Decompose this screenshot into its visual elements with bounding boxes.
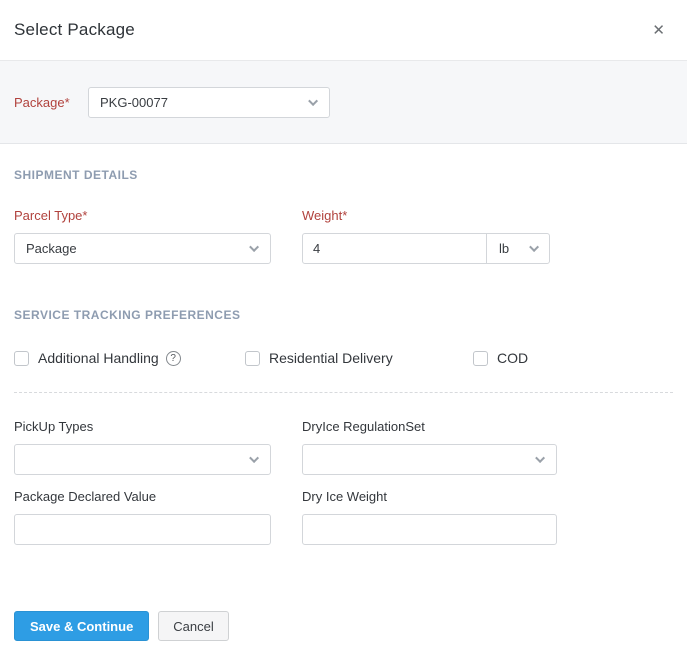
modal-header: Select Package ✕ [0, 0, 687, 61]
package-label: Package* [14, 95, 88, 110]
residential-delivery-label: Residential Delivery [269, 350, 393, 366]
chevron-down-icon [535, 453, 545, 463]
pickup-types-label: PickUp Types [14, 419, 271, 434]
save-continue-button[interactable]: Save & Continue [14, 611, 149, 641]
service-tracking-checkbox-row: Additional Handling ? Residential Delive… [14, 350, 673, 366]
weight-unit-value: lb [499, 241, 509, 256]
parcel-type-label: Parcel Type* [14, 208, 271, 223]
chevron-down-icon [308, 96, 318, 106]
cancel-button[interactable]: Cancel [158, 611, 228, 641]
additional-handling-label: Additional Handling [38, 350, 159, 366]
weight-input[interactable] [302, 233, 487, 264]
chevron-down-icon [529, 242, 539, 252]
dryice-regulation-select[interactable] [302, 444, 557, 475]
parcel-type-label-text: Parcel Type [14, 208, 82, 223]
weight-label-text: Weight [302, 208, 342, 223]
shipment-details-heading: SHIPMENT DETAILS [14, 168, 673, 182]
required-asterisk: * [82, 208, 87, 223]
parcel-type-select[interactable]: Package [14, 233, 271, 264]
page-title: Select Package [14, 20, 135, 40]
weight-label: Weight* [302, 208, 557, 223]
residential-delivery-option[interactable]: Residential Delivery [245, 350, 473, 366]
required-asterisk: * [65, 95, 70, 110]
weight-unit-select[interactable]: lb [486, 233, 550, 264]
weight-input-group: lb [302, 233, 551, 264]
package-select[interactable]: PKG-00077 [88, 87, 330, 118]
pickup-types-select[interactable] [14, 444, 271, 475]
service-tracking-heading: SERVICE TRACKING PREFERENCES [14, 308, 673, 322]
additional-handling-option[interactable]: Additional Handling ? [14, 350, 245, 366]
chevron-down-icon [249, 242, 259, 252]
dry-ice-weight-input[interactable] [302, 514, 557, 545]
cod-label: COD [497, 350, 528, 366]
required-asterisk: * [342, 208, 347, 223]
package-label-text: Package [14, 95, 65, 110]
dry-ice-weight-label: Dry Ice Weight [302, 489, 557, 504]
chevron-down-icon [249, 453, 259, 463]
residential-delivery-checkbox[interactable] [245, 351, 260, 366]
declared-value-input[interactable] [14, 514, 271, 545]
package-select-value: PKG-00077 [100, 95, 168, 110]
additional-handling-checkbox[interactable] [14, 351, 29, 366]
cod-option[interactable]: COD [473, 350, 528, 366]
dryice-regulation-label: DryIce RegulationSet [302, 419, 557, 434]
package-select-section: Package* PKG-00077 [0, 61, 687, 144]
close-icon[interactable]: ✕ [646, 19, 671, 42]
parcel-type-select-value: Package [26, 241, 77, 256]
modal-footer: Save & Continue Cancel [0, 611, 687, 641]
divider [14, 392, 673, 393]
help-icon[interactable]: ? [166, 351, 181, 366]
declared-value-label: Package Declared Value [14, 489, 271, 504]
cod-checkbox[interactable] [473, 351, 488, 366]
